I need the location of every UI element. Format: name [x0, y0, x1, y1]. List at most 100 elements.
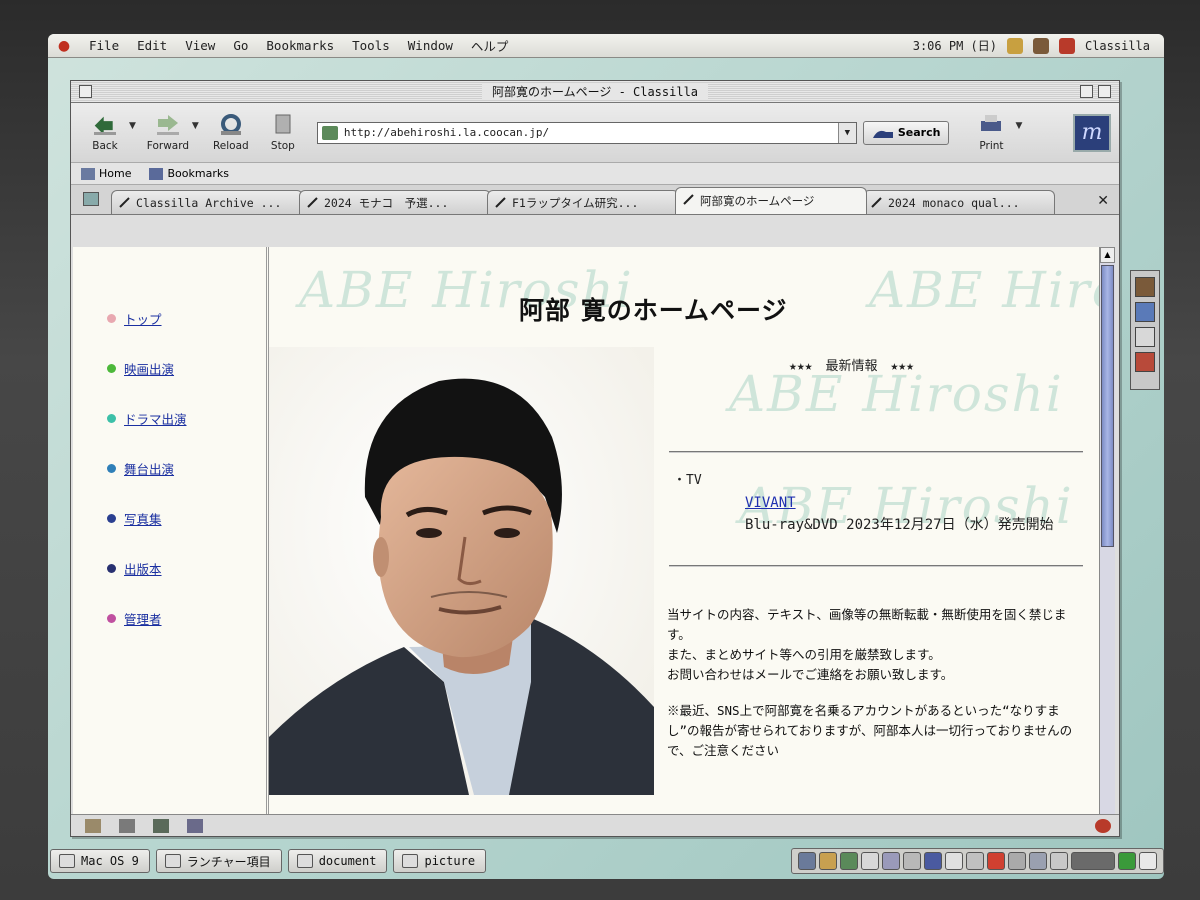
palette-speaker-icon[interactable]: [1135, 327, 1155, 347]
menu-view[interactable]: View: [176, 38, 224, 53]
search-button[interactable]: Search: [862, 120, 950, 145]
navigator-icon[interactable]: [85, 818, 101, 833]
strip-color-depth-icon[interactable]: [840, 852, 858, 870]
strip-mic-icon[interactable]: [903, 852, 921, 870]
strip-appletalk-icon[interactable]: [819, 852, 837, 870]
sidebar-link-movies[interactable]: 映画出演: [124, 359, 174, 378]
strip-search-icon[interactable]: [1118, 852, 1136, 870]
sidebar-link-books[interactable]: 出版本: [124, 559, 162, 578]
sidebar-item-admin[interactable]: 管理者: [73, 593, 266, 643]
forward-button[interactable]: Forward: [142, 113, 194, 152]
page-icon: [495, 197, 506, 208]
task-picture[interactable]: picture: [393, 849, 487, 873]
strip-remote-icon[interactable]: [966, 852, 984, 870]
window-titlebar[interactable]: 阿部寛のホームページ - Classilla: [71, 81, 1119, 103]
notice-text: 当サイトの内容、テキスト、画像等の無断転載・無断使用を固く禁じます。 また、まと…: [667, 605, 1087, 761]
bookmarks-button[interactable]: Bookmarks: [149, 167, 229, 180]
forward-dropdown-icon[interactable]: ▼: [192, 121, 199, 131]
back-label: Back: [92, 140, 118, 152]
tab-abe-hiroshi[interactable]: 阿部寛のホームページ: [675, 187, 867, 214]
control-strip-icon[interactable]: [1006, 37, 1023, 54]
task-launcher[interactable]: ランチャー項目: [155, 849, 282, 873]
stop-button[interactable]: Stop: [257, 113, 309, 152]
palette-finder-icon[interactable]: [1135, 302, 1155, 322]
print-button[interactable]: Print: [965, 113, 1017, 152]
browser-window: 阿部寛のホームページ - Classilla Back ▼ Forward ▼ …: [70, 80, 1120, 837]
mail-icon[interactable]: [119, 818, 135, 833]
sidebar-item-photobook[interactable]: 写真集: [73, 493, 266, 543]
back-dropdown-icon[interactable]: ▼: [129, 121, 136, 131]
scroll-up-icon[interactable]: ▲: [1100, 247, 1115, 263]
zoom-box-icon[interactable]: [1080, 85, 1093, 98]
strip-cd-icon[interactable]: [882, 852, 900, 870]
home-icon: [81, 167, 95, 180]
menu-help[interactable]: ヘルプ: [462, 36, 518, 55]
sidebar-item-books[interactable]: 出版本: [73, 543, 266, 593]
help-icon[interactable]: [1032, 37, 1049, 54]
sidebar-item-dramas[interactable]: ドラマ出演: [73, 393, 266, 443]
url-dropdown-icon[interactable]: ▼: [837, 122, 856, 143]
strip-monitor-icon[interactable]: [798, 852, 816, 870]
sidebar-link-admin[interactable]: 管理者: [124, 609, 162, 628]
bullet-icon: [107, 463, 116, 473]
strip-printer-icon[interactable]: [987, 852, 1005, 870]
tab-classilla-archive[interactable]: Classilla Archive ...: [111, 190, 303, 214]
strip-grid-icon[interactable]: [1139, 852, 1157, 870]
security-icon[interactable]: [1095, 818, 1111, 833]
strip-network-icon[interactable]: [1029, 852, 1047, 870]
sidebar-link-top[interactable]: トップ: [124, 309, 162, 328]
menu-bookmarks[interactable]: Bookmarks: [257, 38, 343, 53]
tab-monaco-qual[interactable]: 2024 monaco qual...: [863, 190, 1055, 214]
strip-disc-icon[interactable]: [945, 852, 963, 870]
notice-line: また、まとめサイト等への引用を厳禁致します。: [667, 647, 941, 662]
menu-edit[interactable]: Edit: [128, 38, 176, 53]
sidebar-item-stage[interactable]: 舞台出演: [73, 443, 266, 493]
sidebar-link-photobook[interactable]: 写真集: [124, 509, 162, 528]
vivant-link[interactable]: VIVANT: [745, 495, 796, 511]
menu-file[interactable]: File: [80, 38, 128, 53]
strip-submarine-icon[interactable]: [1071, 852, 1115, 870]
strip-volume-icon[interactable]: [861, 852, 879, 870]
close-tab-icon[interactable]: ✕: [1097, 193, 1109, 209]
divider: [669, 565, 1083, 567]
palette-app-icon[interactable]: [1135, 352, 1155, 372]
sidebar-item-movies[interactable]: 映画出演: [73, 343, 266, 393]
menubar-status: 3:06 PM (日) Classilla: [913, 37, 1164, 54]
strip-sleep-icon[interactable]: [924, 852, 942, 870]
back-button[interactable]: Back: [79, 113, 131, 152]
close-box-icon[interactable]: [79, 85, 92, 98]
app-menu-icon[interactable]: [1058, 37, 1075, 54]
address-book-icon[interactable]: [187, 818, 203, 833]
palette-tool-icon[interactable]: [1135, 277, 1155, 297]
window-title: 阿部寛のホームページ - Classilla: [481, 83, 709, 100]
application-name[interactable]: Classilla: [1085, 39, 1150, 53]
tab-list-icon[interactable]: [83, 192, 99, 206]
sidebar-link-dramas[interactable]: ドラマ出演: [124, 409, 187, 428]
notice-line: 当サイトの内容、テキスト、画像等の無断転載・無断使用を固く禁じます。: [667, 607, 1067, 642]
sidebar-link-stage[interactable]: 舞台出演: [124, 459, 174, 478]
menu-go[interactable]: Go: [224, 38, 257, 53]
apple-menu-icon[interactable]: ●: [48, 38, 80, 54]
tab-monaco-jp[interactable]: 2024 モナコ 予選...: [299, 190, 491, 214]
sidebar-item-top[interactable]: トップ: [73, 293, 266, 343]
menubar-clock[interactable]: 3:06 PM (日): [913, 37, 997, 54]
composer-icon[interactable]: [153, 818, 169, 833]
home-button[interactable]: Home: [81, 167, 131, 180]
tab-label: Classilla Archive ...: [136, 195, 282, 210]
print-dropdown-icon[interactable]: ▼: [1015, 121, 1022, 131]
reload-button[interactable]: Reload: [205, 113, 257, 152]
strip-display-icon[interactable]: [1050, 852, 1068, 870]
url-field[interactable]: http://abehiroshi.la.coocan.jp/ ▼: [316, 121, 857, 144]
throbber-logo-icon[interactable]: m: [1073, 113, 1111, 152]
tab-f1-laptime[interactable]: F1ラップタイム研究...: [487, 190, 679, 214]
task-document[interactable]: document: [287, 849, 388, 873]
collapse-box-icon[interactable]: [1098, 85, 1111, 98]
page-title: 阿部 寛のホームページ: [519, 296, 788, 325]
task-macos9[interactable]: Mac OS 9: [50, 849, 150, 873]
scroll-thumb[interactable]: [1101, 265, 1114, 547]
print-label: Print: [979, 140, 1004, 152]
strip-lock-icon[interactable]: [1008, 852, 1026, 870]
menu-window[interactable]: Window: [399, 38, 462, 53]
menu-tools[interactable]: Tools: [343, 38, 399, 53]
vertical-scrollbar[interactable]: ▲ ▼: [1099, 247, 1115, 835]
